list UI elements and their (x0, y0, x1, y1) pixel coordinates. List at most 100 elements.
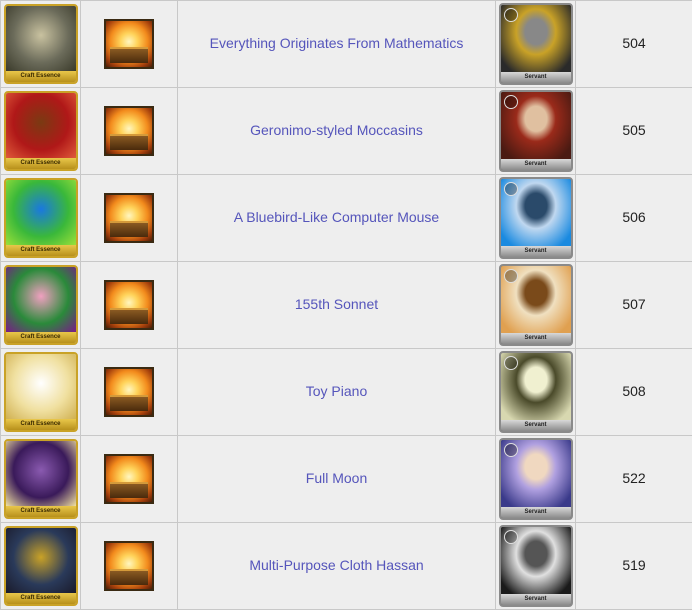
servant-icon[interactable]: Servant (498, 525, 573, 607)
treasure-fire-icon[interactable] (104, 367, 154, 417)
craft-essence-art (5, 354, 76, 419)
servant-banner: Servant (500, 72, 571, 83)
ce-icon-cell: Craft Essence (0, 435, 81, 523)
servant-icon[interactable]: Servant (498, 3, 573, 85)
number-cell: 504 (575, 0, 692, 88)
craft-essence-icon[interactable]: Craft Essence (3, 439, 78, 519)
craft-essence-name-link[interactable]: Geronimo-styled Moccasins (250, 122, 423, 138)
craft-essence-art (5, 180, 76, 245)
treasure-fire-icon[interactable] (104, 106, 154, 156)
craft-essence-name-link[interactable]: 155th Sonnet (295, 296, 378, 312)
servant-banner: Servant (500, 507, 571, 518)
servant-icon[interactable]: Servant (498, 351, 573, 433)
servant-icon[interactable]: Servant (498, 438, 573, 520)
ce-image-cell (80, 522, 178, 610)
craft-essence-icon[interactable]: Craft Essence (3, 352, 78, 432)
craft-essence-banner: Craft Essence (5, 419, 76, 430)
ce-image-cell (80, 87, 178, 175)
craft-essence-name-link[interactable]: A Bluebird-Like Computer Mouse (234, 209, 439, 225)
ce-image-cell (80, 174, 178, 262)
craft-essence-number: 504 (622, 35, 646, 51)
number-cell: 507 (575, 261, 692, 349)
treasure-chest-icon (110, 482, 148, 498)
craft-essence-number: 519 (622, 557, 646, 573)
class-badge-icon (503, 530, 518, 544)
table-row: Craft Essence Everything Originates From… (0, 0, 692, 88)
class-badge-icon (503, 95, 518, 109)
treasure-fire-icon[interactable] (104, 280, 154, 330)
treasure-fire-icon[interactable] (104, 454, 154, 504)
treasure-chest-icon (110, 134, 148, 150)
treasure-fire-icon[interactable] (104, 19, 154, 69)
craft-essence-name-link[interactable]: Full Moon (306, 470, 367, 486)
ce-image-cell (80, 0, 178, 88)
ce-image-cell (80, 348, 178, 436)
craft-essence-art (5, 267, 76, 332)
craft-essence-number: 508 (622, 383, 646, 399)
table-row: Craft Essence Toy Piano Servant 508 (0, 348, 692, 436)
servant-banner: Servant (500, 159, 571, 170)
ce-icon-cell: Craft Essence (0, 87, 81, 175)
ce-name-cell: Everything Originates From Mathematics (177, 0, 496, 88)
servant-banner: Servant (500, 333, 571, 344)
number-cell: 519 (575, 522, 692, 610)
craft-essence-icon[interactable]: Craft Essence (3, 178, 78, 258)
craft-essence-banner: Craft Essence (5, 158, 76, 169)
craft-essence-name-link[interactable]: Everything Originates From Mathematics (210, 35, 464, 51)
servant-banner: Servant (500, 246, 571, 257)
servant-cell: Servant (495, 348, 576, 436)
number-cell: 522 (575, 435, 692, 523)
treasure-chest-icon (110, 221, 148, 237)
servant-cell: Servant (495, 261, 576, 349)
servant-cell: Servant (495, 0, 576, 88)
table-row: Craft Essence Full Moon Servant 522 (0, 435, 692, 523)
craft-essence-banner: Craft Essence (5, 593, 76, 604)
craft-essence-icon[interactable]: Craft Essence (3, 91, 78, 171)
craft-essence-number: 522 (622, 470, 646, 486)
ce-image-cell (80, 435, 178, 523)
treasure-fire-icon[interactable] (104, 193, 154, 243)
table-row: Craft Essence A Bluebird-Like Computer M… (0, 174, 692, 262)
ce-icon-cell: Craft Essence (0, 261, 81, 349)
craft-essence-name-link[interactable]: Toy Piano (306, 383, 367, 399)
table-row: Craft Essence 155th Sonnet Servant 507 (0, 261, 692, 349)
craft-essence-number: 507 (622, 296, 646, 312)
number-cell: 505 (575, 87, 692, 175)
craft-essence-banner: Craft Essence (5, 71, 76, 82)
treasure-chest-icon (110, 47, 148, 63)
craft-essence-table: Craft Essence Everything Originates From… (0, 0, 692, 610)
craft-essence-art (5, 93, 76, 158)
number-cell: 508 (575, 348, 692, 436)
treasure-chest-icon (110, 569, 148, 585)
craft-essence-banner: Craft Essence (5, 332, 76, 343)
craft-essence-number: 506 (622, 209, 646, 225)
servant-icon[interactable]: Servant (498, 177, 573, 259)
craft-essence-icon[interactable]: Craft Essence (3, 526, 78, 606)
craft-essence-art (5, 6, 76, 71)
craft-essence-art (5, 528, 76, 593)
servant-banner: Servant (500, 594, 571, 605)
treasure-chest-icon (110, 308, 148, 324)
servant-icon[interactable]: Servant (498, 264, 573, 346)
servant-icon[interactable]: Servant (498, 90, 573, 172)
ce-icon-cell: Craft Essence (0, 0, 81, 88)
servant-cell: Servant (495, 87, 576, 175)
ce-name-cell: A Bluebird-Like Computer Mouse (177, 174, 496, 262)
craft-essence-name-link[interactable]: Multi-Purpose Cloth Hassan (249, 557, 423, 573)
ce-name-cell: Geronimo-styled Moccasins (177, 87, 496, 175)
class-badge-icon (503, 182, 518, 196)
number-cell: 506 (575, 174, 692, 262)
craft-essence-icon[interactable]: Craft Essence (3, 4, 78, 84)
table-row: Craft Essence Multi-Purpose Cloth Hassan… (0, 522, 692, 610)
treasure-fire-icon[interactable] (104, 541, 154, 591)
servant-cell: Servant (495, 522, 576, 610)
class-badge-icon (503, 356, 518, 370)
treasure-chest-icon (110, 395, 148, 411)
ce-name-cell: Toy Piano (177, 348, 496, 436)
ce-name-cell: 155th Sonnet (177, 261, 496, 349)
ce-icon-cell: Craft Essence (0, 348, 81, 436)
class-badge-icon (503, 443, 518, 457)
ce-name-cell: Full Moon (177, 435, 496, 523)
craft-essence-icon[interactable]: Craft Essence (3, 265, 78, 345)
craft-essence-banner: Craft Essence (5, 506, 76, 517)
